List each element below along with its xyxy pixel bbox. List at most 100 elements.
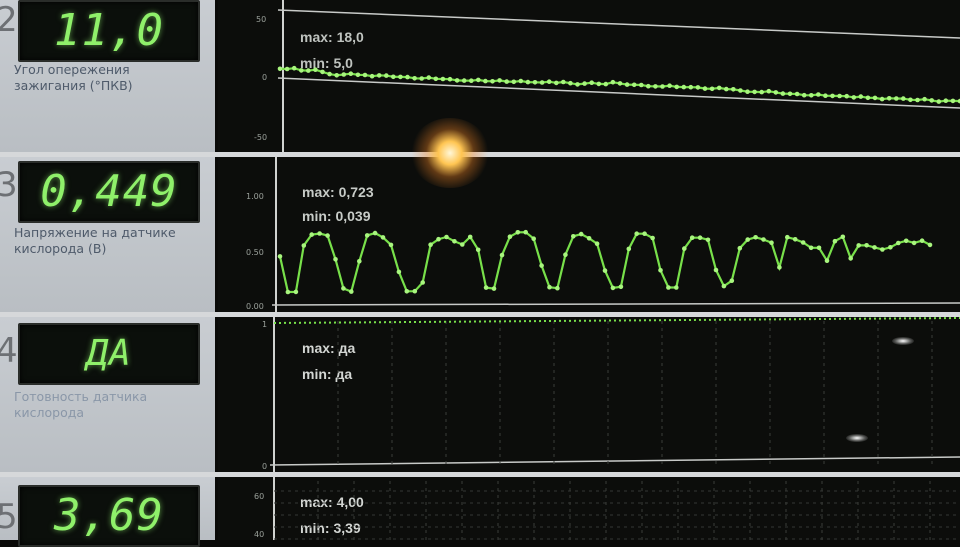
data-point bbox=[531, 236, 536, 241]
data-point bbox=[808, 245, 814, 251]
data-point bbox=[697, 235, 703, 240]
y-tick-label: 40 bbox=[254, 530, 264, 539]
y-tick-label: 0 bbox=[262, 73, 267, 82]
data-point bbox=[412, 288, 418, 294]
data-point bbox=[674, 285, 679, 290]
data-point bbox=[490, 79, 495, 84]
data-point bbox=[911, 240, 917, 246]
data-point bbox=[499, 252, 505, 258]
data-point bbox=[372, 230, 378, 236]
data-point bbox=[405, 74, 410, 80]
data-point bbox=[594, 241, 600, 246]
data-point bbox=[469, 78, 474, 83]
data-point bbox=[688, 84, 694, 90]
data-point bbox=[729, 278, 735, 283]
parameter-label: Готовность датчика кислорода bbox=[14, 389, 214, 421]
data-point bbox=[396, 269, 402, 275]
data-point bbox=[780, 91, 786, 96]
data-point bbox=[404, 289, 410, 294]
data-point bbox=[936, 99, 942, 104]
data-point bbox=[444, 234, 449, 240]
data-point bbox=[376, 73, 382, 78]
row-sidebar: 5 3,69 bbox=[0, 477, 215, 547]
data-point bbox=[840, 234, 846, 240]
row-ignition-advance: 2 11,0 Угол опережения зажигания (°ПКВ) … bbox=[0, 0, 960, 152]
lcd-display: 0,449 bbox=[18, 161, 200, 223]
lcd-value: 11,0 bbox=[54, 5, 164, 56]
data-point bbox=[666, 285, 671, 290]
data-point bbox=[844, 93, 849, 99]
min-readout: min: да bbox=[302, 366, 352, 382]
data-point bbox=[561, 79, 566, 85]
data-point bbox=[886, 96, 892, 101]
data-point bbox=[306, 68, 311, 73]
data-point bbox=[801, 92, 807, 98]
data-point bbox=[667, 83, 672, 88]
data-point bbox=[325, 233, 330, 238]
data-point bbox=[856, 243, 861, 248]
data-point bbox=[398, 74, 403, 80]
data-point bbox=[713, 267, 719, 273]
data-point bbox=[320, 69, 325, 75]
lcd-display: 11,0 bbox=[18, 0, 200, 62]
data-point bbox=[317, 231, 322, 236]
chart-panel[interactable]: 50 0 -50 max: 18,0 min: 5,0 bbox=[218, 0, 960, 152]
data-point bbox=[348, 71, 354, 76]
data-point bbox=[589, 80, 594, 85]
data-point bbox=[927, 242, 933, 248]
data-point bbox=[658, 268, 663, 273]
data-point bbox=[452, 239, 457, 244]
data-point bbox=[773, 90, 779, 95]
data-point bbox=[285, 289, 291, 295]
data-point bbox=[660, 84, 665, 89]
o2-readiness-trace bbox=[273, 317, 960, 465]
data-point bbox=[412, 76, 417, 81]
data-point bbox=[761, 237, 766, 242]
data-point bbox=[702, 86, 708, 91]
data-point bbox=[341, 72, 347, 77]
o2-voltage-trace bbox=[277, 229, 933, 295]
partial-chart: 60 40 max: 4,00 min: 3,39 bbox=[254, 477, 960, 540]
data-point bbox=[602, 268, 608, 273]
data-point bbox=[824, 258, 830, 263]
data-point bbox=[653, 84, 658, 89]
data-point bbox=[586, 236, 592, 241]
data-point bbox=[388, 242, 394, 248]
data-point bbox=[428, 242, 433, 247]
data-point bbox=[447, 76, 453, 82]
data-point bbox=[896, 240, 901, 246]
data-point bbox=[816, 92, 821, 97]
data-point bbox=[752, 89, 757, 95]
data-point bbox=[596, 81, 602, 87]
data-point bbox=[950, 98, 956, 104]
chart-panel[interactable]: 1 0 max: да min: да bbox=[218, 317, 960, 472]
data-point bbox=[809, 93, 814, 98]
data-point bbox=[507, 234, 513, 239]
data-point bbox=[582, 81, 587, 86]
row-number: 4 bbox=[0, 331, 18, 371]
data-point bbox=[546, 79, 552, 84]
data-point bbox=[766, 88, 772, 94]
data-point bbox=[872, 95, 878, 101]
y-tick-label: 0.50 bbox=[246, 248, 264, 257]
data-point bbox=[491, 286, 497, 291]
data-point bbox=[745, 89, 750, 94]
data-point bbox=[901, 96, 906, 101]
row-sidebar: 3 0,449 Напряжение на датчике кислорода … bbox=[0, 157, 215, 312]
row-o2-voltage: 3 0,449 Напряжение на датчике кислорода … bbox=[0, 157, 960, 312]
o2-voltage-chart: 1.00 0.50 0.00 max: 0,723 min: 0,039 bbox=[246, 157, 960, 312]
data-point bbox=[460, 242, 465, 247]
series-line bbox=[273, 317, 960, 324]
data-point bbox=[716, 85, 722, 91]
chart-panel[interactable]: 1.00 0.50 0.00 max: 0,723 min: 0,039 bbox=[218, 157, 960, 312]
data-point bbox=[769, 240, 774, 245]
y-tick-label: -50 bbox=[254, 133, 267, 142]
chart-panel[interactable]: 60 40 max: 4,00 min: 3,39 bbox=[218, 477, 960, 540]
screen-glint bbox=[846, 434, 868, 442]
data-point bbox=[642, 231, 647, 236]
data-point bbox=[380, 235, 386, 240]
y-tick-label: 50 bbox=[256, 15, 266, 24]
data-point bbox=[420, 280, 425, 285]
data-point bbox=[832, 238, 838, 244]
data-point bbox=[454, 78, 460, 83]
